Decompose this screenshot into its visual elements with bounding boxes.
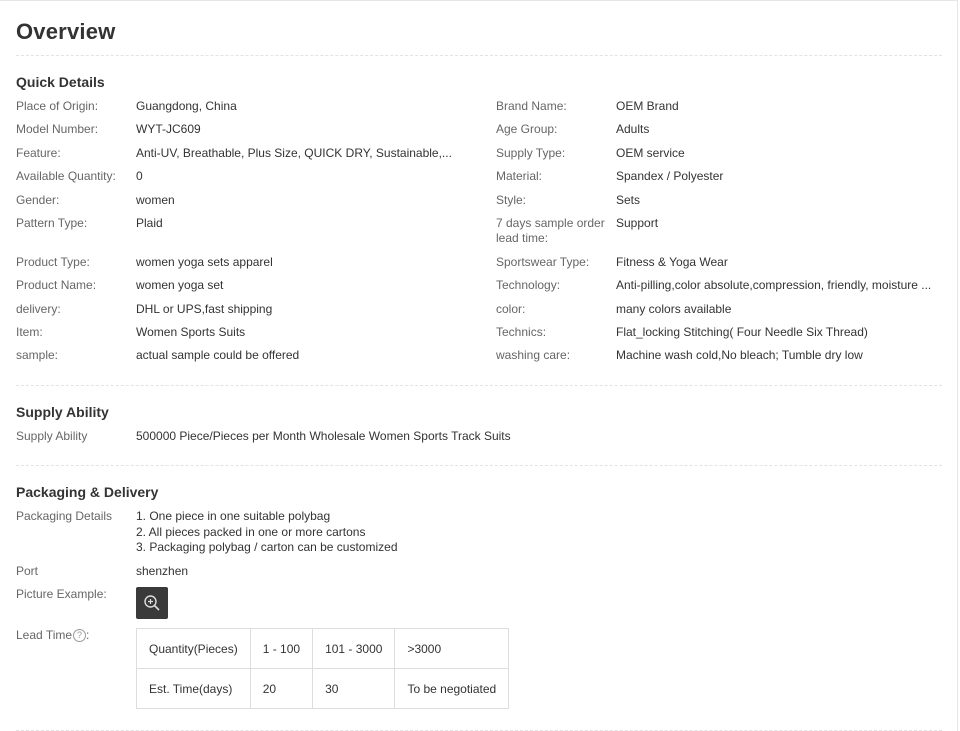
detail-value: Flat_locking Stitching( Four Needle Six … [616,325,868,339]
lead-time-label-wrap: Lead Time?: [16,628,89,643]
table-cell: To be negotiated [394,668,510,709]
page-title: Overview [16,19,116,44]
detail-value: 0 [136,169,143,183]
detail-label: Gender: [16,193,60,207]
table-cell: 101 - 3000 [312,628,396,669]
detail-value: Women Sports Suits [136,325,246,339]
detail-label: Style: [496,193,527,207]
detail-value: DHL or UPS,fast shipping [136,302,273,316]
table-row: Quantity(Pieces) 1 - 100 101 - 3000 >300… [136,628,510,669]
detail-value: WYT-JC609 [136,122,201,136]
detail-value: Guangdong, China [136,99,237,113]
detail-value: Adults [616,122,650,136]
detail-label: Item: [16,325,43,339]
detail-value: OEM Brand [616,99,679,113]
detail-label: Product Type: [16,255,90,269]
detail-label: 7 days sample order lead time: [496,216,605,245]
detail-label: Sportswear Type: [496,255,590,269]
table-cell: 1 - 100 [249,628,314,669]
table-row: Est. Time(days) 20 30 To be negotiated [136,668,510,709]
lead-time-colon: : [86,628,90,642]
detail-value: Sets [616,193,641,207]
detail-value: Anti-UV, Breathable, Plus Size, QUICK DR… [136,146,452,160]
packaging-details-label: Packaging Details [16,509,113,523]
detail-label: sample: [16,348,59,362]
lead-time-table: Quantity(Pieces) 1 - 100 101 - 3000 >300… [136,628,510,709]
zoom-in-icon [144,595,160,611]
detail-value: women [136,193,175,207]
picture-example-label: Picture Example: [16,587,107,601]
divider [16,55,942,56]
port-label: Port [16,564,39,578]
detail-label: Brand Name: [496,99,567,113]
detail-value: women yoga sets apparel [136,255,273,269]
detail-value: OEM service [616,146,685,160]
detail-value: women yoga set [136,278,224,292]
detail-label: Model Number: [16,122,99,136]
detail-label: washing care: [496,348,571,362]
question-circle-icon[interactable]: ? [73,629,87,642]
supply-ability-label: Supply Ability [16,429,88,443]
divider [16,385,942,386]
detail-label: Available Quantity: [16,169,116,183]
detail-label: Supply Type: [496,146,566,160]
table-cell: 30 [312,668,396,709]
table-cell: 20 [249,668,314,709]
detail-label: Technics: [496,325,547,339]
detail-label: Pattern Type: [16,216,88,230]
table-cell: Est. Time(days) [136,668,251,709]
detail-value: Spandex / Polyester [616,169,724,183]
packaging-line: 1. One piece in one suitable polybag [136,509,331,523]
detail-value: actual sample could be offered [136,348,300,362]
detail-value: Support [616,216,659,230]
detail-value: Machine wash cold,No bleach; Tumble dry … [616,348,863,362]
detail-value: Fitness & Yoga Wear [616,255,728,269]
overview-panel: Overview Quick Details Place of Origin: … [0,0,958,731]
detail-label: Age Group: [496,122,558,136]
detail-label: Feature: [16,146,61,160]
detail-label: color: [496,302,526,316]
detail-label: delivery: [16,302,61,316]
picture-example-thumbnail[interactable] [136,587,168,619]
lead-time-label: Lead Time [16,628,73,642]
detail-value: many colors available [616,302,732,316]
quick-details-heading: Quick Details [16,74,105,90]
supply-ability-value: 500000 Piece/Pieces per Month Wholesale … [136,429,511,443]
detail-label: Product Name: [16,278,97,292]
packaging-line: 3. Packaging polybag / carton can be cus… [136,540,398,554]
detail-label: Material: [496,169,543,183]
packaging-heading: Packaging & Delivery [16,484,159,500]
divider [16,465,942,466]
port-value: shenzhen [136,564,189,578]
detail-value: Plaid [136,216,163,230]
detail-label: Technology: [496,278,561,292]
table-cell: >3000 [394,628,510,669]
detail-label: Place of Origin: [16,99,99,113]
supply-ability-heading: Supply Ability [16,404,109,420]
detail-value: Anti-pilling,color absolute,compression,… [616,278,932,292]
table-cell: Quantity(Pieces) [136,628,251,669]
packaging-line: 2. All pieces packed in one or more cart… [136,525,366,539]
